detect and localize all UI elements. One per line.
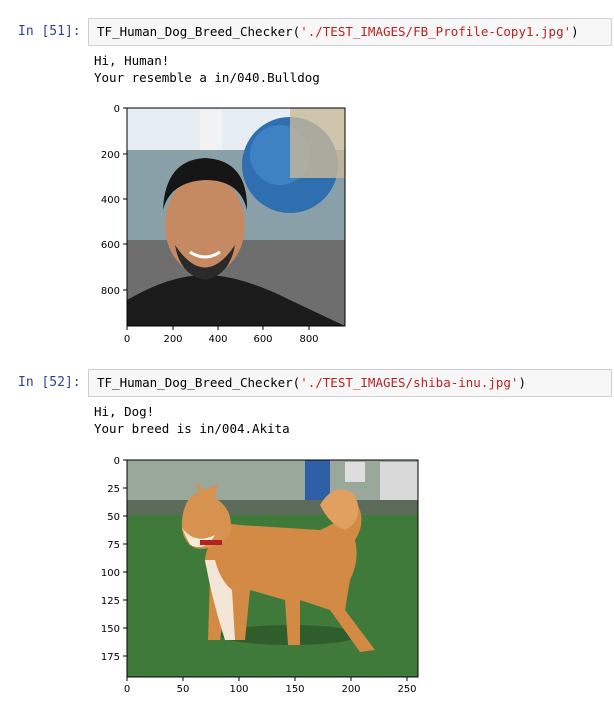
y-tick: 25: [107, 484, 120, 495]
x-tick: 150: [285, 684, 304, 695]
shiba-inu-image: [127, 460, 418, 677]
x-tick: 250: [397, 684, 416, 695]
y-tick: 125: [101, 596, 120, 607]
x-tick: 0: [124, 334, 130, 345]
x-tick: 0: [124, 684, 130, 695]
y-tick: 175: [101, 652, 120, 663]
y-tick: 400: [101, 195, 120, 206]
x-tick: 600: [253, 334, 272, 345]
plot2-y-axis: 0 25 50 75 100 125 150 175: [101, 456, 127, 663]
call-close: ): [518, 375, 526, 390]
y-tick: 800: [101, 286, 120, 297]
x-tick: 800: [299, 334, 318, 345]
y-tick: 0: [114, 456, 120, 467]
output-greeting: Hi, Dog!: [94, 404, 155, 419]
plot1-x-axis: 0 200 400 600 800: [124, 326, 319, 345]
y-tick: 0: [114, 104, 120, 115]
y-tick: 50: [107, 512, 120, 523]
x-tick: 200: [163, 334, 182, 345]
human-selfie-image: [127, 108, 345, 326]
y-tick: 200: [101, 150, 120, 161]
function-call: TF_Human_Dog_Breed_Checker(: [97, 375, 301, 390]
output-plots: 0 200 400 600 800 0 200 400 600 800 0 25…: [101, 104, 419, 695]
x-tick: 50: [177, 684, 190, 695]
y-tick: 100: [101, 568, 120, 579]
cell-prompt: In [52]:: [18, 375, 81, 390]
x-tick: 200: [341, 684, 360, 695]
x-tick: 100: [229, 684, 248, 695]
code-input-cell[interactable]: TF_Human_Dog_Breed_Checker('./TEST_IMAGE…: [88, 369, 612, 397]
y-tick: 600: [101, 240, 120, 251]
y-tick: 75: [107, 540, 120, 551]
plot2-x-axis: 0 50 100 150 200 250: [124, 677, 417, 695]
string-argument: './TEST_IMAGES/shiba-inu.jpg': [300, 375, 519, 390]
y-tick: 150: [101, 624, 120, 635]
output-result: Your breed is in/004.Akita: [94, 421, 290, 436]
x-tick: 400: [208, 334, 227, 345]
plot1-y-axis: 0 200 400 600 800: [101, 104, 127, 297]
